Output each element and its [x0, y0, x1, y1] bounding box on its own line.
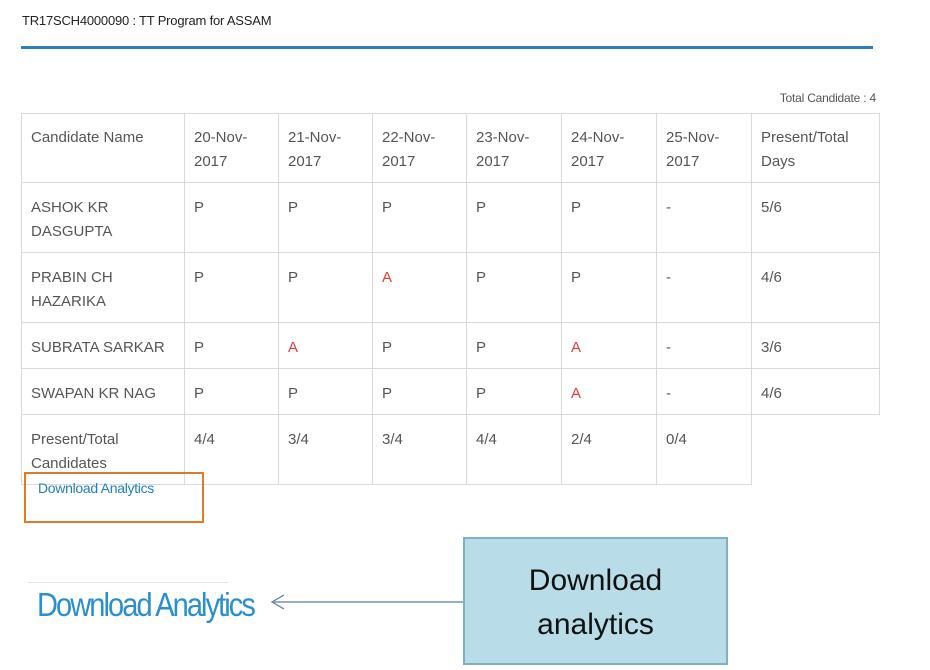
attendance-cell: P [372, 182, 467, 253]
arrow-left-icon [270, 594, 463, 610]
attendance-cell: P [372, 322, 467, 369]
column-header-date: 23-Nov-2017 [466, 113, 562, 183]
column-header-date: 20-Nov-2017 [184, 113, 279, 183]
column-header-date: 22-Nov-2017 [372, 113, 467, 183]
page-title: TR17SCH4000090 : TT Program for ASSAM [22, 13, 272, 28]
present-total-candidates-cell: 4/4 [466, 414, 562, 485]
candidate-name-cell: SWAPAN KR NAG [21, 368, 185, 415]
attendance-cell-absent: A [372, 252, 467, 323]
present-total-candidates-cell: 2/4 [561, 414, 657, 485]
download-analytics-link[interactable]: Download Analytics [38, 480, 154, 496]
attendance-cell: P [184, 182, 279, 253]
attendance-cell: P [278, 182, 373, 253]
callout-line-1: Download [528, 564, 663, 597]
present-total-candidates-cell: 3/4 [278, 414, 373, 485]
attendance-cell: P [466, 252, 562, 323]
callout-line-2: analytics [537, 608, 654, 641]
attendance-cell: P [184, 252, 279, 323]
column-header-date: 21-Nov-2017 [278, 113, 373, 183]
attendance-cell: - [656, 252, 752, 323]
present-total-days-cell: 4/6 [751, 368, 880, 415]
attendance-cell: P [372, 368, 467, 415]
table-header-row: Candidate Name 20-Nov-2017 21-Nov-2017 2… [21, 113, 880, 183]
present-total-days-cell: 3/6 [751, 322, 880, 369]
present-total-candidates-cell: 3/4 [372, 414, 467, 485]
attendance-cell: P [184, 322, 279, 369]
table-row: SUBRATA SARKAR P A P P A - 3/6 [21, 322, 880, 369]
candidate-name-cell: ASHOK KR DASGUPTA [21, 182, 185, 253]
column-header-candidate-name: Candidate Name [21, 113, 185, 183]
attendance-cell: P [278, 252, 373, 323]
present-total-candidates-cell: 0/4 [656, 414, 752, 485]
table-row: SWAPAN KR NAG P P P P A - 4/6 [21, 368, 880, 415]
attendance-cell: P [466, 322, 562, 369]
column-header-date: 24-Nov-2017 [561, 113, 657, 183]
attendance-cell: P [561, 252, 657, 323]
header-divider [21, 46, 873, 49]
empty-cell [752, 415, 880, 485]
attendance-cell: P [184, 368, 279, 415]
attendance-cell-absent: A [561, 368, 657, 415]
attendance-cell: P [466, 182, 562, 253]
table-row: PRABIN CH HAZARIKA P P A P P - 4/6 [21, 252, 880, 323]
candidate-name-cell: SUBRATA SARKAR [21, 322, 185, 369]
present-total-days-cell: 5/6 [751, 182, 880, 253]
column-header-date: 25-Nov-2017 [656, 113, 752, 183]
attendance-cell: - [656, 182, 752, 253]
callout-box: Download analytics [463, 537, 728, 665]
attendance-cell: P [466, 368, 562, 415]
candidate-name-cell: PRABIN CH HAZARIKA [21, 252, 185, 323]
present-total-days-cell: 4/6 [751, 252, 880, 323]
download-analytics-zoomed-label: Download Analytics [37, 586, 256, 623]
attendance-table: Candidate Name 20-Nov-2017 21-Nov-2017 2… [21, 113, 880, 485]
column-header-present-total-days: Present/Total Days [751, 113, 880, 183]
attendance-cell-absent: A [278, 322, 373, 369]
attendance-cell-absent: A [561, 322, 657, 369]
attendance-cell: - [656, 322, 752, 369]
table-row: ASHOK KR DASGUPTA P P P P P - 5/6 [21, 182, 880, 253]
divider [28, 582, 228, 583]
attendance-cell: P [278, 368, 373, 415]
attendance-cell: - [656, 368, 752, 415]
attendance-cell: P [561, 182, 657, 253]
total-candidates-label: Total Candidate : 4 [779, 91, 876, 105]
